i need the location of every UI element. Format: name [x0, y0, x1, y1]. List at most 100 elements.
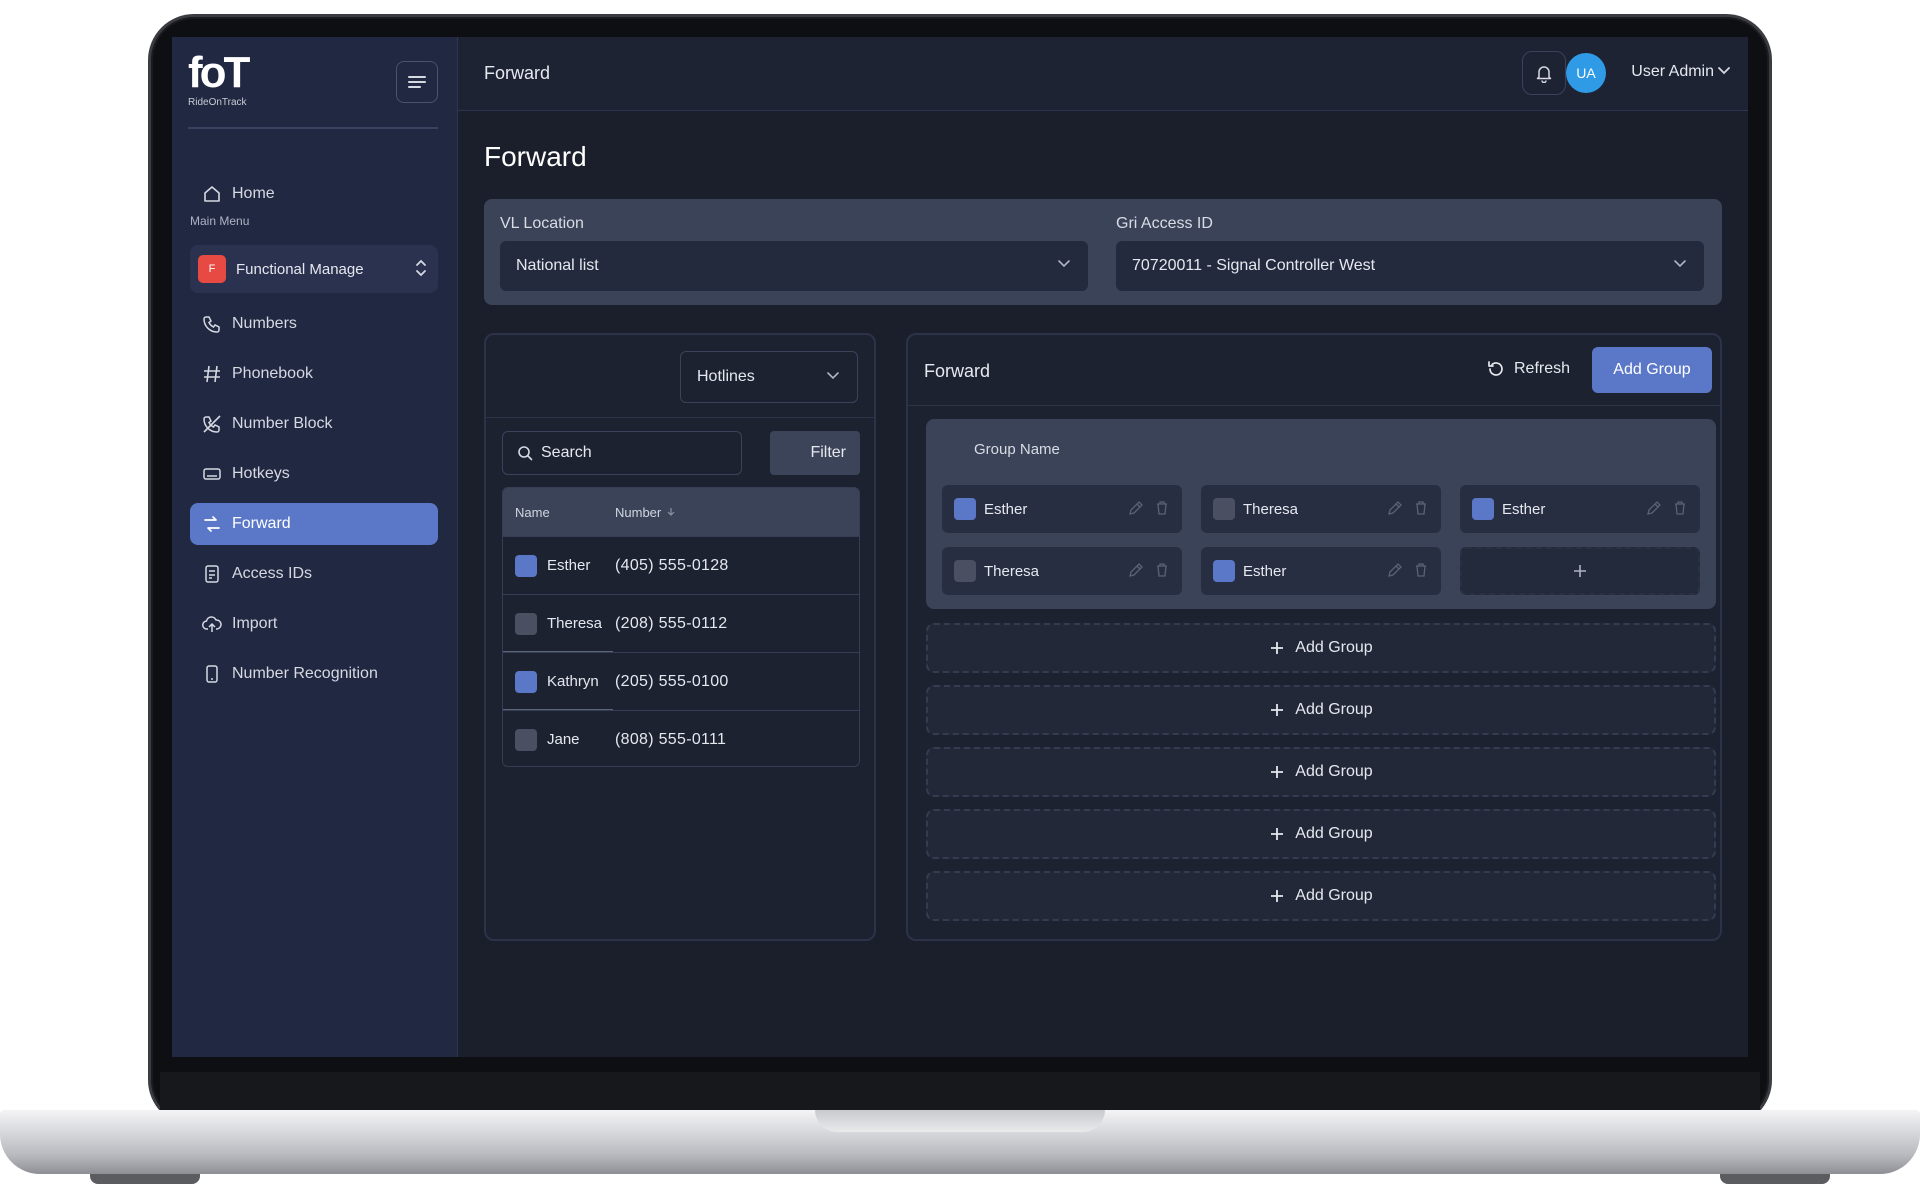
chevron-down-icon: [1058, 260, 1070, 268]
add-group-row[interactable]: Add Group: [926, 685, 1716, 735]
contact-name: Esther: [547, 557, 591, 574]
group-card: Group Name Esther Theresa Esther Theresa…: [926, 419, 1716, 609]
column-name[interactable]: Name: [503, 505, 615, 520]
name-cell: Esther: [503, 554, 615, 577]
chip-checkbox[interactable]: [954, 498, 976, 520]
row-checkbox[interactable]: [515, 728, 537, 751]
sidebar-divider: [188, 127, 438, 129]
trash-icon[interactable]: [1154, 500, 1170, 516]
add-group-row[interactable]: Add Group: [926, 809, 1716, 859]
sidebar-item-label: Number Block: [232, 415, 333, 432]
group-name-label[interactable]: Group Name: [974, 441, 1060, 458]
mobile-icon: [206, 665, 218, 683]
chip-checkbox[interactable]: [954, 560, 976, 582]
add-group-row[interactable]: Add Group: [926, 623, 1716, 673]
access-id-select[interactable]: 70720011 - Signal Controller West: [1116, 241, 1704, 291]
trash-icon[interactable]: [1413, 500, 1429, 516]
avatar[interactable]: UA: [1566, 53, 1606, 93]
refresh-button[interactable]: Refresh: [1486, 359, 1570, 379]
page-title: Forward: [484, 141, 587, 172]
access-id-value: 70720011 - Signal Controller West: [1132, 257, 1376, 274]
chip-checkbox[interactable]: [1213, 498, 1235, 520]
group-member-chip[interactable]: Esther: [1201, 547, 1441, 595]
plus-icon: [1574, 565, 1586, 577]
plus-icon: [1271, 890, 1284, 902]
chip-name: Esther: [1243, 562, 1287, 580]
topbar-title: Forward: [484, 63, 551, 83]
sidebar-item-label: Number Recognition: [232, 665, 378, 682]
cloud-upload-icon: [202, 616, 222, 632]
panel-divider: [908, 405, 1720, 406]
column-number-label: Number: [615, 504, 662, 520]
sort-arrow-icon: [667, 508, 675, 516]
sidebar-item-hotkeys[interactable]: Hotkeys: [190, 453, 438, 495]
laptop-foot-right: [1720, 1174, 1830, 1184]
chip-name: Esther: [984, 500, 1028, 518]
search-icon: [518, 446, 533, 461]
user-menu[interactable]: User Admin: [1631, 63, 1714, 81]
add-group-row[interactable]: Add Group: [926, 747, 1716, 797]
table-row[interactable]: Esther (405) 555-0128: [503, 536, 859, 594]
chip-name: Theresa: [1243, 500, 1299, 518]
edit-icon[interactable]: [1387, 562, 1403, 578]
add-member-button[interactable]: [1460, 547, 1700, 595]
search-input[interactable]: Search: [502, 431, 742, 475]
hash-icon: [204, 365, 220, 383]
sidebar-item-forward[interactable]: Forward: [190, 503, 438, 545]
app-screen: foT RideOnTrack Home Main Menu F Functio…: [172, 37, 1748, 1057]
add-group-button[interactable]: Add Group: [1592, 347, 1712, 393]
sidebar-item-number-recognition[interactable]: Number Recognition: [190, 653, 438, 695]
sidebar-item-number-block[interactable]: Number Block: [190, 403, 438, 445]
notifications-button[interactable]: [1522, 51, 1566, 95]
group-member-chip[interactable]: Theresa: [942, 547, 1182, 595]
plus-icon: [1271, 766, 1284, 778]
edit-icon[interactable]: [1646, 500, 1662, 516]
column-number[interactable]: Number: [615, 505, 676, 520]
edit-icon[interactable]: [1128, 562, 1144, 578]
trash-icon[interactable]: [1413, 562, 1429, 578]
logo: foT RideOnTrack: [188, 51, 278, 111]
add-group-row[interactable]: Add Group: [926, 871, 1716, 921]
chevron-down-icon: [827, 372, 839, 380]
contact-name: Theresa: [547, 615, 603, 632]
chevron-updown-icon: [416, 259, 426, 277]
group-member-chip[interactable]: Theresa: [1201, 485, 1441, 533]
hotlines-select[interactable]: Hotlines: [680, 351, 858, 403]
topbar: Forward UA User Admin: [458, 37, 1748, 111]
chip-checkbox[interactable]: [1213, 560, 1235, 582]
contact-number: (208) 555-0112: [615, 614, 728, 632]
table-row[interactable]: Jane (808) 555-0111: [503, 710, 859, 766]
laptop-foot-left: [90, 1174, 200, 1184]
group-member-chip[interactable]: Esther: [942, 485, 1182, 533]
trash-icon[interactable]: [1672, 500, 1688, 516]
table-row[interactable]: Kathryn (205) 555-0100: [503, 652, 859, 711]
menu-toggle-button[interactable]: [396, 61, 438, 103]
sidebar-item-import[interactable]: Import: [190, 603, 438, 645]
row-checkbox[interactable]: [515, 554, 537, 577]
sidebar-item-access-ids[interactable]: Access IDs: [190, 553, 438, 595]
sidebar: foT RideOnTrack Home Main Menu F Functio…: [172, 37, 458, 1057]
filter-card: VL Location National list Gri Access ID …: [484, 199, 1722, 305]
phone-block-icon: [203, 415, 221, 433]
sidebar-item-home[interactable]: Home: [190, 173, 438, 215]
id-card-icon: [205, 565, 219, 583]
functional-manage-switcher[interactable]: F Functional Manage: [190, 245, 438, 293]
chip-actions: [1646, 500, 1688, 516]
add-group-label: Add Group: [1295, 825, 1373, 842]
edit-icon[interactable]: [1128, 500, 1144, 516]
trash-icon[interactable]: [1154, 562, 1170, 578]
sidebar-item-numbers[interactable]: Numbers: [190, 303, 438, 345]
row-checkbox[interactable]: [515, 612, 537, 635]
filter-button[interactable]: Filter: [770, 431, 860, 475]
sidebar-item-phonebook[interactable]: Phonebook: [190, 353, 438, 395]
group-member-chip[interactable]: Esther: [1460, 485, 1700, 533]
vl-location-select[interactable]: National list: [500, 241, 1088, 291]
vl-location-label: VL Location: [500, 215, 584, 232]
add-group-label: Add Group: [1295, 701, 1373, 718]
edit-icon[interactable]: [1387, 500, 1403, 516]
refresh-label: Refresh: [1514, 360, 1571, 377]
table-row[interactable]: Theresa (208) 555-0112: [503, 594, 859, 653]
row-checkbox[interactable]: [515, 670, 537, 693]
chip-checkbox[interactable]: [1472, 498, 1494, 520]
chevron-down-icon[interactable]: [1718, 67, 1730, 75]
